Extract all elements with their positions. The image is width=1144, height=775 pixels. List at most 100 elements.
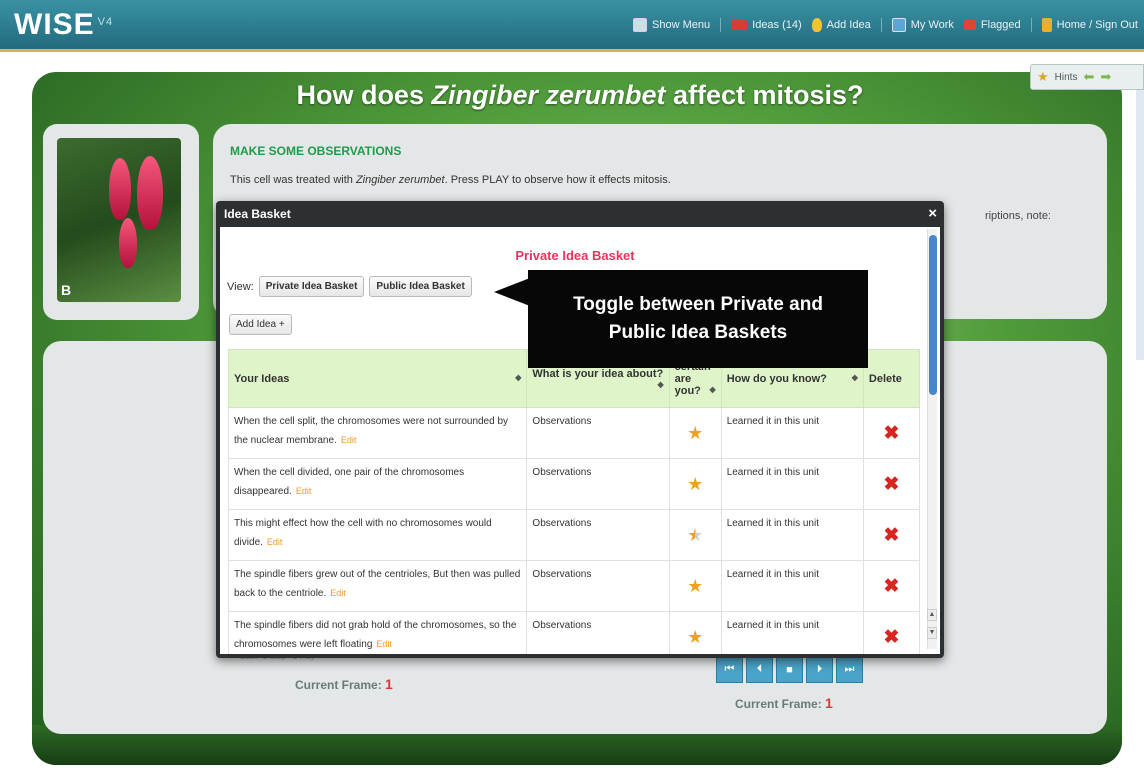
idea-about-cell: Observations <box>526 611 670 654</box>
play-button[interactable]: ⏵ <box>806 656 833 683</box>
right-frame-value: 1 <box>825 695 833 711</box>
observations-heading: MAKE SOME OBSERVATIONS <box>230 144 402 158</box>
callout-pointer <box>494 278 530 306</box>
dialog-scrollbar[interactable] <box>927 229 937 649</box>
idea-text-cell: When the cell divided, one pair of the c… <box>227 458 528 510</box>
delete-icon[interactable]: ✖ <box>883 627 899 648</box>
delete-icon[interactable]: ✖ <box>883 525 899 546</box>
add-idea-nav-button[interactable]: Add Idea <box>811 18 871 32</box>
star-icon: ★ <box>687 626 704 647</box>
how-know-cell: Learned it in this unit <box>720 560 864 612</box>
idea-about-cell: Observations <box>526 560 670 612</box>
table-row: When the cell split, the chromosomes wer… <box>227 407 921 459</box>
left-current-frame: Current Frame: 1 <box>295 676 393 692</box>
page-scrollbar[interactable] <box>1136 80 1144 360</box>
plant-photo: B <box>57 138 181 302</box>
home-icon <box>1041 18 1052 32</box>
nav-divider <box>1030 18 1032 32</box>
callout-line-2: Public Idea Baskets <box>608 322 788 343</box>
idea-about-cell: Observations <box>526 509 670 561</box>
public-basket-button[interactable]: Public Idea Basket <box>369 276 472 297</box>
sort-icon[interactable]: ◆ <box>710 385 716 394</box>
home-sign-out-label: Home / Sign Out <box>1056 19 1138 31</box>
close-icon[interactable]: × <box>928 205 937 222</box>
show-menu-button[interactable]: Show Menu <box>633 18 710 32</box>
certainty-cell: ★ <box>668 509 722 561</box>
flagged-button[interactable]: Flagged <box>963 19 1021 31</box>
scroll-up-icon[interactable]: ▲ <box>927 609 937 621</box>
edit-link[interactable]: Edit <box>376 639 392 649</box>
delete-cell: ✖ <box>862 509 921 561</box>
scroll-down-icon[interactable]: ▼ <box>927 627 937 639</box>
how-know-cell: Learned it in this unit <box>720 407 864 459</box>
table-row: The spindle fibers did not grab hold of … <box>227 611 921 654</box>
home-sign-out-button[interactable]: Home / Sign Out <box>1041 18 1138 32</box>
my-work-label: My Work <box>910 19 954 31</box>
idea-about-cell: Observations <box>526 458 670 510</box>
edit-link[interactable]: Edit <box>341 435 357 445</box>
ideas-button[interactable]: Ideas (14) <box>731 19 802 31</box>
idea-text-cell: The spindle fibers grew out of the centr… <box>227 560 528 612</box>
dialog-title: Idea Basket <box>224 207 291 221</box>
table-row: The spindle fibers grew out of the centr… <box>227 560 921 612</box>
top-bar: WISE V4 Show Menu Ideas (14) Add Idea My … <box>0 0 1144 52</box>
top-nav: Show Menu Ideas (14) Add Idea My Work Fl… <box>633 18 1138 32</box>
delete-icon[interactable]: ✖ <box>883 474 899 495</box>
edit-link[interactable]: Edit <box>267 537 283 547</box>
nav-divider <box>880 18 882 32</box>
last-frame-button[interactable]: ⏭ <box>836 656 863 683</box>
table-row: This might effect how the cell with no c… <box>227 509 921 561</box>
idea-text-cell: This might effect how the cell with no c… <box>227 509 528 561</box>
right-current-frame: Current Frame: 1 <box>735 695 833 711</box>
idea-text: The spindle fibers grew out of the centr… <box>234 569 521 599</box>
previous-frame-button[interactable]: ⏴ <box>746 656 773 683</box>
column-your-ideas[interactable]: Your Ideas ◆ <box>227 349 528 408</box>
certainty-cell: ★ <box>668 458 722 510</box>
show-menu-label: Show Menu <box>652 19 711 31</box>
sort-icon[interactable]: ◆ <box>657 380 663 389</box>
delete-icon[interactable]: ✖ <box>883 576 899 597</box>
stop-button[interactable]: ■ <box>776 656 803 683</box>
my-work-icon <box>891 18 906 32</box>
scroll-thumb[interactable] <box>929 235 937 395</box>
sort-icon[interactable]: ◆ <box>515 373 521 382</box>
table-row: When the cell divided, one pair of the c… <box>227 458 921 510</box>
lightbulb-icon <box>811 18 822 32</box>
edit-link[interactable]: Edit <box>296 486 312 496</box>
add-idea-button[interactable]: Add Idea + <box>229 314 292 335</box>
certainty-cell: ★ <box>668 611 722 654</box>
callout-line-1: Toggle between Private and <box>573 294 823 315</box>
arrow-left-icon[interactable]: ⬅ <box>1083 69 1094 85</box>
idea-text: When the cell divided, one pair of the c… <box>234 467 465 497</box>
edit-link[interactable]: Edit <box>330 588 346 598</box>
flag-icon <box>963 20 976 30</box>
star-icon: ★ <box>1037 69 1049 84</box>
delete-icon[interactable]: ✖ <box>883 423 899 444</box>
arrow-right-icon[interactable]: ➡ <box>1100 69 1111 85</box>
column-delete: Delete <box>862 349 921 408</box>
basket-title: Private Idea Basket <box>515 248 635 263</box>
how-know-cell: Learned it in this unit <box>720 509 864 561</box>
private-basket-button[interactable]: Private Idea Basket <box>258 276 365 297</box>
idea-text-cell: The spindle fibers did not grab hold of … <box>227 611 528 654</box>
delete-cell: ✖ <box>862 407 921 459</box>
star-icon: ★ <box>687 524 704 545</box>
how-know-cell: Learned it in this unit <box>720 611 864 654</box>
hints-button[interactable]: ★ Hints ⬅ ➡ <box>1030 64 1144 90</box>
nav-divider <box>720 18 722 32</box>
idea-text: When the cell split, the chromosomes wer… <box>234 416 509 446</box>
ideas-icon <box>731 20 748 30</box>
observations-text: This cell was treated with Zingiber zeru… <box>230 174 671 186</box>
star-icon: ★ <box>687 422 704 443</box>
first-frame-button[interactable]: ⏮ <box>716 656 743 683</box>
my-work-button[interactable]: My Work <box>891 18 954 32</box>
right-player-controls: ⏮ ⏴ ■ ⏵ ⏭ <box>716 656 863 683</box>
certainty-cell: ★ <box>668 560 722 612</box>
star-icon: ★ <box>687 575 704 596</box>
hints-label: Hints <box>1054 71 1078 83</box>
ideas-table: Your Ideas◆ What is your idea about?◆ ce… <box>227 349 921 654</box>
ideas-label: Ideas (14) <box>752 19 802 31</box>
sort-icon[interactable]: ◆ <box>852 373 858 382</box>
page-title: How does Zingiber zerumbet affect mitosi… <box>296 80 864 110</box>
certainty-cell: ★ <box>668 407 722 459</box>
